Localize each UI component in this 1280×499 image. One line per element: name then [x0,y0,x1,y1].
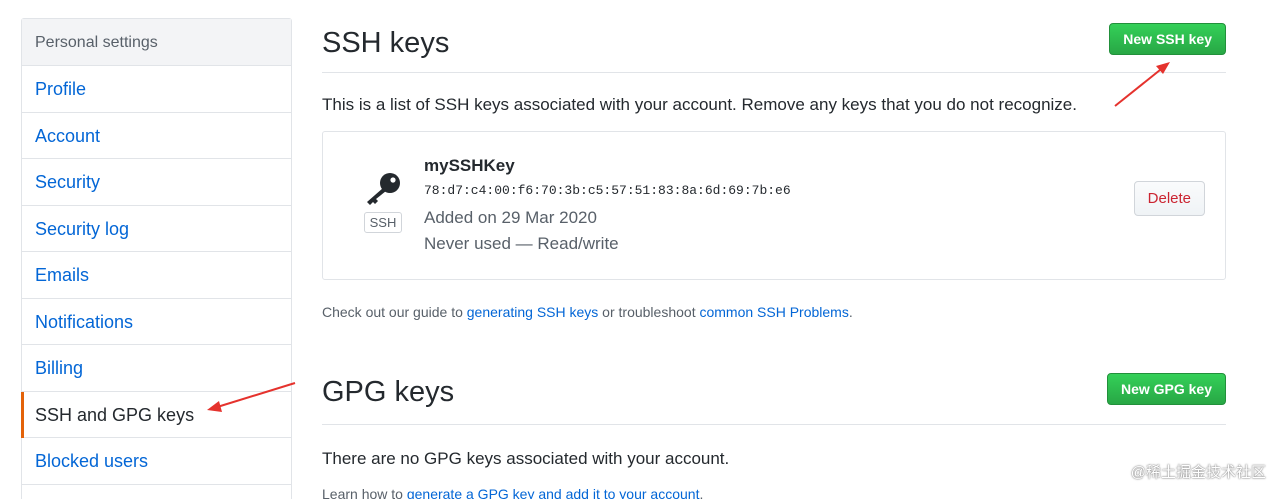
ssh-key-item: SSH mySSHKey 78:d7:c4:00:f6:70:3b:c5:57:… [322,131,1226,280]
key-icon [367,173,400,205]
main-content: SSH keys New SSH key This is a list of S… [322,0,1226,499]
sidebar-item-security[interactable]: Security [22,159,291,206]
common-ssh-problems-link[interactable]: common SSH Problems [699,304,848,320]
sidebar-item-security-log[interactable]: Security log [22,206,291,252]
sidebar-item-blocked-users[interactable]: Blocked users [22,438,291,485]
ssh-key-added-date: Added on 29 Mar 2020 [424,208,597,227]
ssh-key-name: mySSHKey [424,156,515,175]
gpg-learn-prefix: Learn how to [322,486,407,499]
ssh-key-details: mySSHKey 78:d7:c4:00:f6:70:3b:c5:57:51:8… [424,156,791,257]
watermark: @稀土掘金技术社区 [1130,464,1266,481]
guide-suffix: . [848,304,853,320]
guide-prefix: Check out our guide to [322,304,467,320]
sidebar-item-account[interactable]: Account [22,113,291,159]
sidebar-item-billing[interactable]: Billing [22,345,291,392]
sidebar-item-profile[interactable]: Profile [22,66,291,113]
sidebar-item-notifications[interactable]: Notifications [22,299,291,345]
gpg-section-header: GPG keys New GPG key [322,373,1226,425]
gpg-learn-text: Learn how to generate a GPG key and add … [322,486,1226,499]
new-gpg-key-button[interactable]: New GPG key [1106,373,1226,405]
gpg-keys-title: GPG keys [322,376,455,408]
ssh-keys-title: SSH keys [322,27,450,59]
gpg-learn-suffix: . [699,486,704,499]
ssh-tag-badge: SSH [363,212,403,233]
generate-gpg-key-link[interactable]: generate a GPG key and add it to your ac… [407,486,700,499]
ssh-key-usage: Never used — Read/write [424,234,619,253]
delete-ssh-key-button[interactable]: Delete [1133,181,1205,216]
gpg-description: There are no GPG keys associated with yo… [322,449,730,468]
new-ssh-key-button[interactable]: New SSH key [1109,23,1226,55]
guide-middle: or troubleshoot [598,304,700,320]
settings-sidebar: Personal settings Profile Account Securi… [21,18,292,499]
sidebar-item-emails[interactable]: Emails [22,252,291,299]
ssh-description: This is a list of SSH keys associated wi… [322,95,1077,114]
generating-ssh-keys-link[interactable]: generating SSH keys [467,304,599,320]
ssh-section-header: SSH keys New SSH key [322,0,1226,73]
sidebar-item-ssh-gpg-keys[interactable]: SSH and GPG keys [21,391,291,438]
ssh-guide-text: Check out our guide to generating SSH ke… [322,304,1226,320]
ssh-key-fingerprint: 78:d7:c4:00:f6:70:3b:c5:57:51:83:8a:6d:6… [424,183,791,198]
sidebar-header: Personal settings [22,19,291,66]
ssh-key-icon-area: SSH [363,172,403,233]
